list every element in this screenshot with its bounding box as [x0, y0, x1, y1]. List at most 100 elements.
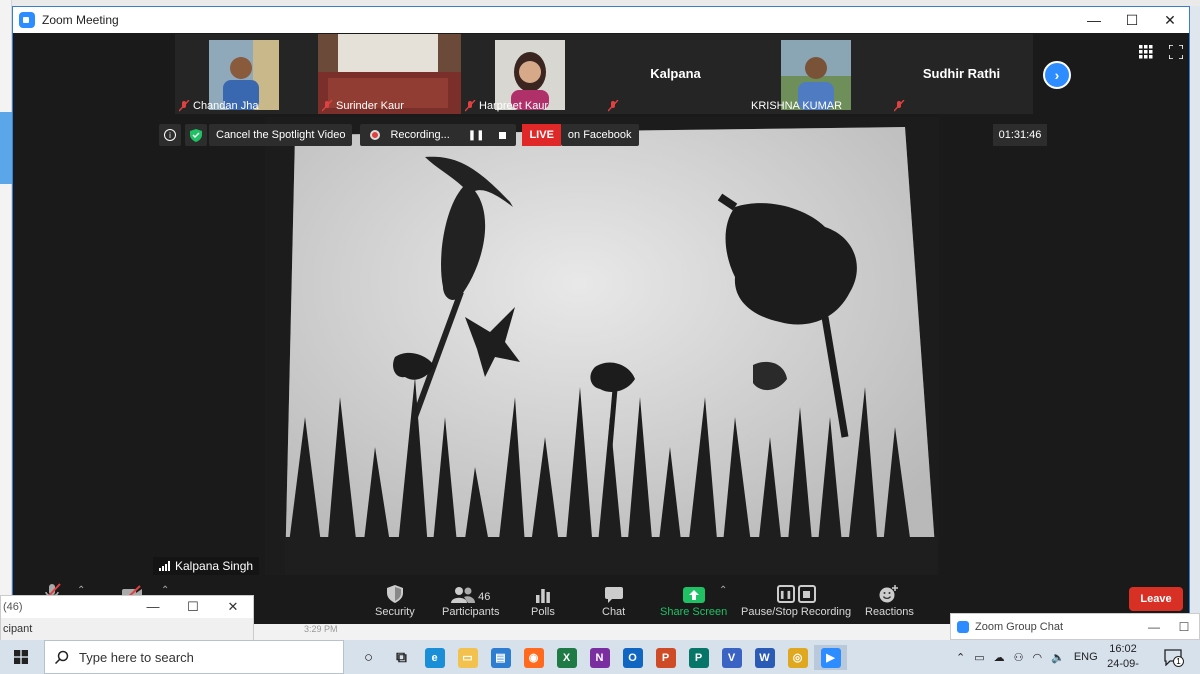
taskbar-zoom-icon[interactable]: ▶	[814, 645, 847, 670]
pause-icon[interactable]: ❚❚	[468, 130, 485, 141]
popout-maximize-button[interactable]: ☐	[173, 599, 213, 615]
task-view-glyph: ⧉	[396, 649, 407, 666]
zoom-group-chat-window: Zoom Group Chat — ☐	[950, 613, 1200, 640]
taskbar-onenote-icon[interactable]: N	[583, 645, 616, 670]
taskbar-publisher-icon[interactable]: P	[682, 645, 715, 670]
file-explorer-glyph: ▭	[457, 647, 478, 668]
taskbar-visio-icon[interactable]: V	[715, 645, 748, 670]
pause-stop-label: Pause/Stop Recording	[741, 606, 852, 618]
taskbar-edge-icon[interactable]: e	[418, 645, 451, 670]
taskbar-powerpoint-icon[interactable]: P	[649, 645, 682, 670]
security-shield-icon	[185, 124, 207, 146]
participant-tile-chandan-jha[interactable]: Chandan Jha	[175, 34, 318, 114]
taskbar-task-view-icon[interactable]: ⧉	[385, 645, 418, 670]
participant-name: KRISHNA KUMAR	[751, 100, 843, 112]
share-options-chevron-icon[interactable]: ⌃	[719, 585, 727, 596]
participant-tile-harpreet-kaur[interactable]: Harpreet Kaur	[461, 34, 604, 114]
popout-close-button[interactable]: ✕	[213, 599, 253, 615]
cancel-spotlight-button[interactable]: Cancel the Spotlight Video	[209, 124, 353, 146]
popout-minimize-button[interactable]: —	[133, 599, 173, 615]
background-app-highlight	[0, 112, 12, 184]
participants-label: Participants	[442, 606, 500, 618]
share-screen-button[interactable]: Share Screen	[660, 581, 727, 618]
language-indicator[interactable]: ENG	[1074, 651, 1098, 663]
taskbar-search-box[interactable]: Type here to search	[44, 640, 344, 674]
share-arrow-icon	[682, 587, 705, 603]
live-target[interactable]: on Facebook	[560, 124, 639, 146]
participant-name: Harpreet Kaur	[479, 100, 549, 112]
group-chat-maximize-button[interactable]: ☐	[1169, 620, 1199, 634]
taskbar-outlook-icon[interactable]: O	[616, 645, 649, 670]
security-button[interactable]: Security	[375, 581, 415, 618]
participant-tile-kalpana[interactable]: Kalpana	[604, 34, 747, 114]
participant-tile-sudhir-rathi[interactable]: Sudhir Rathi	[890, 34, 1033, 114]
chrome-glyph: ◎	[787, 647, 808, 668]
taskbar-firefox-icon[interactable]: ◉	[517, 645, 550, 670]
recording-status-bar: i Cancel the Spotlight Video Recording..…	[159, 124, 639, 146]
word-glyph: W	[754, 647, 775, 668]
recording-dot-icon	[370, 130, 381, 140]
popout-title: (46)	[3, 601, 23, 613]
notification-count-badge: 1	[1173, 656, 1184, 667]
mic-muted-icon	[465, 100, 476, 112]
windows-start-icon[interactable]	[14, 650, 28, 664]
windows-taskbar: Type here to search ○ ⧉ e ▭ ▤ ◉ X N O P P V W ◎ ▶ ⌃ ▭ …	[0, 640, 1200, 674]
reactions-button[interactable]: Reactions	[865, 581, 914, 618]
background-app-sliver	[0, 0, 12, 640]
minimize-button[interactable]: —	[1075, 7, 1113, 33]
mic-muted-icon	[608, 100, 619, 112]
volume-icon[interactable]: 🔈	[1051, 651, 1065, 664]
battery-icon[interactable]: ▭	[974, 651, 984, 664]
store-glyph: ▤	[490, 647, 511, 668]
participants-button[interactable]: 46 Participants	[442, 581, 499, 618]
fullscreen-icon[interactable]	[1169, 45, 1183, 59]
leave-button[interactable]: Leave	[1129, 587, 1183, 611]
mic-muted-icon	[179, 100, 190, 112]
people-tray-icon[interactable]: ⚇	[1014, 651, 1024, 664]
tray-chevron-icon[interactable]: ⌃	[956, 651, 965, 664]
mic-muted-icon	[894, 100, 905, 112]
active-speaker-label: Kalpana Singh	[153, 557, 260, 575]
group-chat-title: Zoom Group Chat	[975, 620, 1064, 633]
notification-center-icon[interactable]: 1	[1164, 648, 1184, 667]
pause-stop-recording-button[interactable]: ❚❚ Pause/Stop Recording	[741, 581, 851, 618]
stop-icon[interactable]	[498, 131, 506, 139]
background-app-time: 3:29 PM	[254, 624, 950, 640]
smiley-icon	[879, 585, 899, 603]
chat-label: Chat	[602, 606, 626, 618]
share-screen-label: Share Screen	[660, 606, 728, 618]
onedrive-cloud-icon[interactable]: ☁	[994, 651, 1005, 664]
taskbar-store-icon[interactable]: ▤	[484, 645, 517, 670]
zoom-logo-icon	[19, 12, 35, 28]
mic-muted-icon	[322, 100, 333, 112]
wifi-icon[interactable]: ◠	[1033, 651, 1043, 664]
chat-button[interactable]: Chat	[602, 581, 625, 618]
next-page-arrow-icon[interactable]: ›	[1043, 61, 1071, 89]
taskbar-clock[interactable]: 16:02 24-09-2020	[1096, 642, 1150, 674]
taskbar-chrome-icon[interactable]: ◎	[781, 645, 814, 670]
visio-glyph: V	[721, 647, 742, 668]
participant-strip: Chandan Jha Surinder Kaur Harpreet Kaur …	[175, 34, 1033, 114]
signal-strength-icon	[159, 561, 170, 571]
taskbar-file-explorer-icon[interactable]: ▭	[451, 645, 484, 670]
pause-stop-icon: ❚❚	[776, 581, 816, 603]
outlook-glyph: O	[622, 647, 643, 668]
taskbar-cortana-icon[interactable]: ○	[352, 645, 385, 670]
search-placeholder: Type here to search	[79, 649, 194, 665]
participant-tile-krishna-kumar[interactable]: KRISHNA KUMAR	[747, 34, 890, 114]
cortana-glyph: ○	[363, 649, 374, 666]
taskbar-excel-icon[interactable]: X	[550, 645, 583, 670]
taskbar-word-icon[interactable]: W	[748, 645, 781, 670]
group-chat-minimize-button[interactable]: —	[1139, 620, 1169, 634]
maximize-button[interactable]: ☐	[1113, 7, 1151, 33]
powerpoint-glyph: P	[655, 647, 676, 668]
clock-time: 16:02	[1109, 643, 1137, 655]
info-icon[interactable]: i	[159, 124, 181, 146]
recording-label: Recording...	[390, 129, 450, 141]
gallery-view-icon[interactable]	[1139, 45, 1153, 59]
close-button[interactable]: ✕	[1151, 7, 1189, 33]
excel-glyph: X	[556, 647, 577, 668]
participant-name: Sudhir Rathi	[922, 66, 1001, 81]
polls-button[interactable]: Polls	[531, 581, 555, 618]
participant-tile-surinder-kaur[interactable]: Surinder Kaur	[318, 34, 461, 114]
